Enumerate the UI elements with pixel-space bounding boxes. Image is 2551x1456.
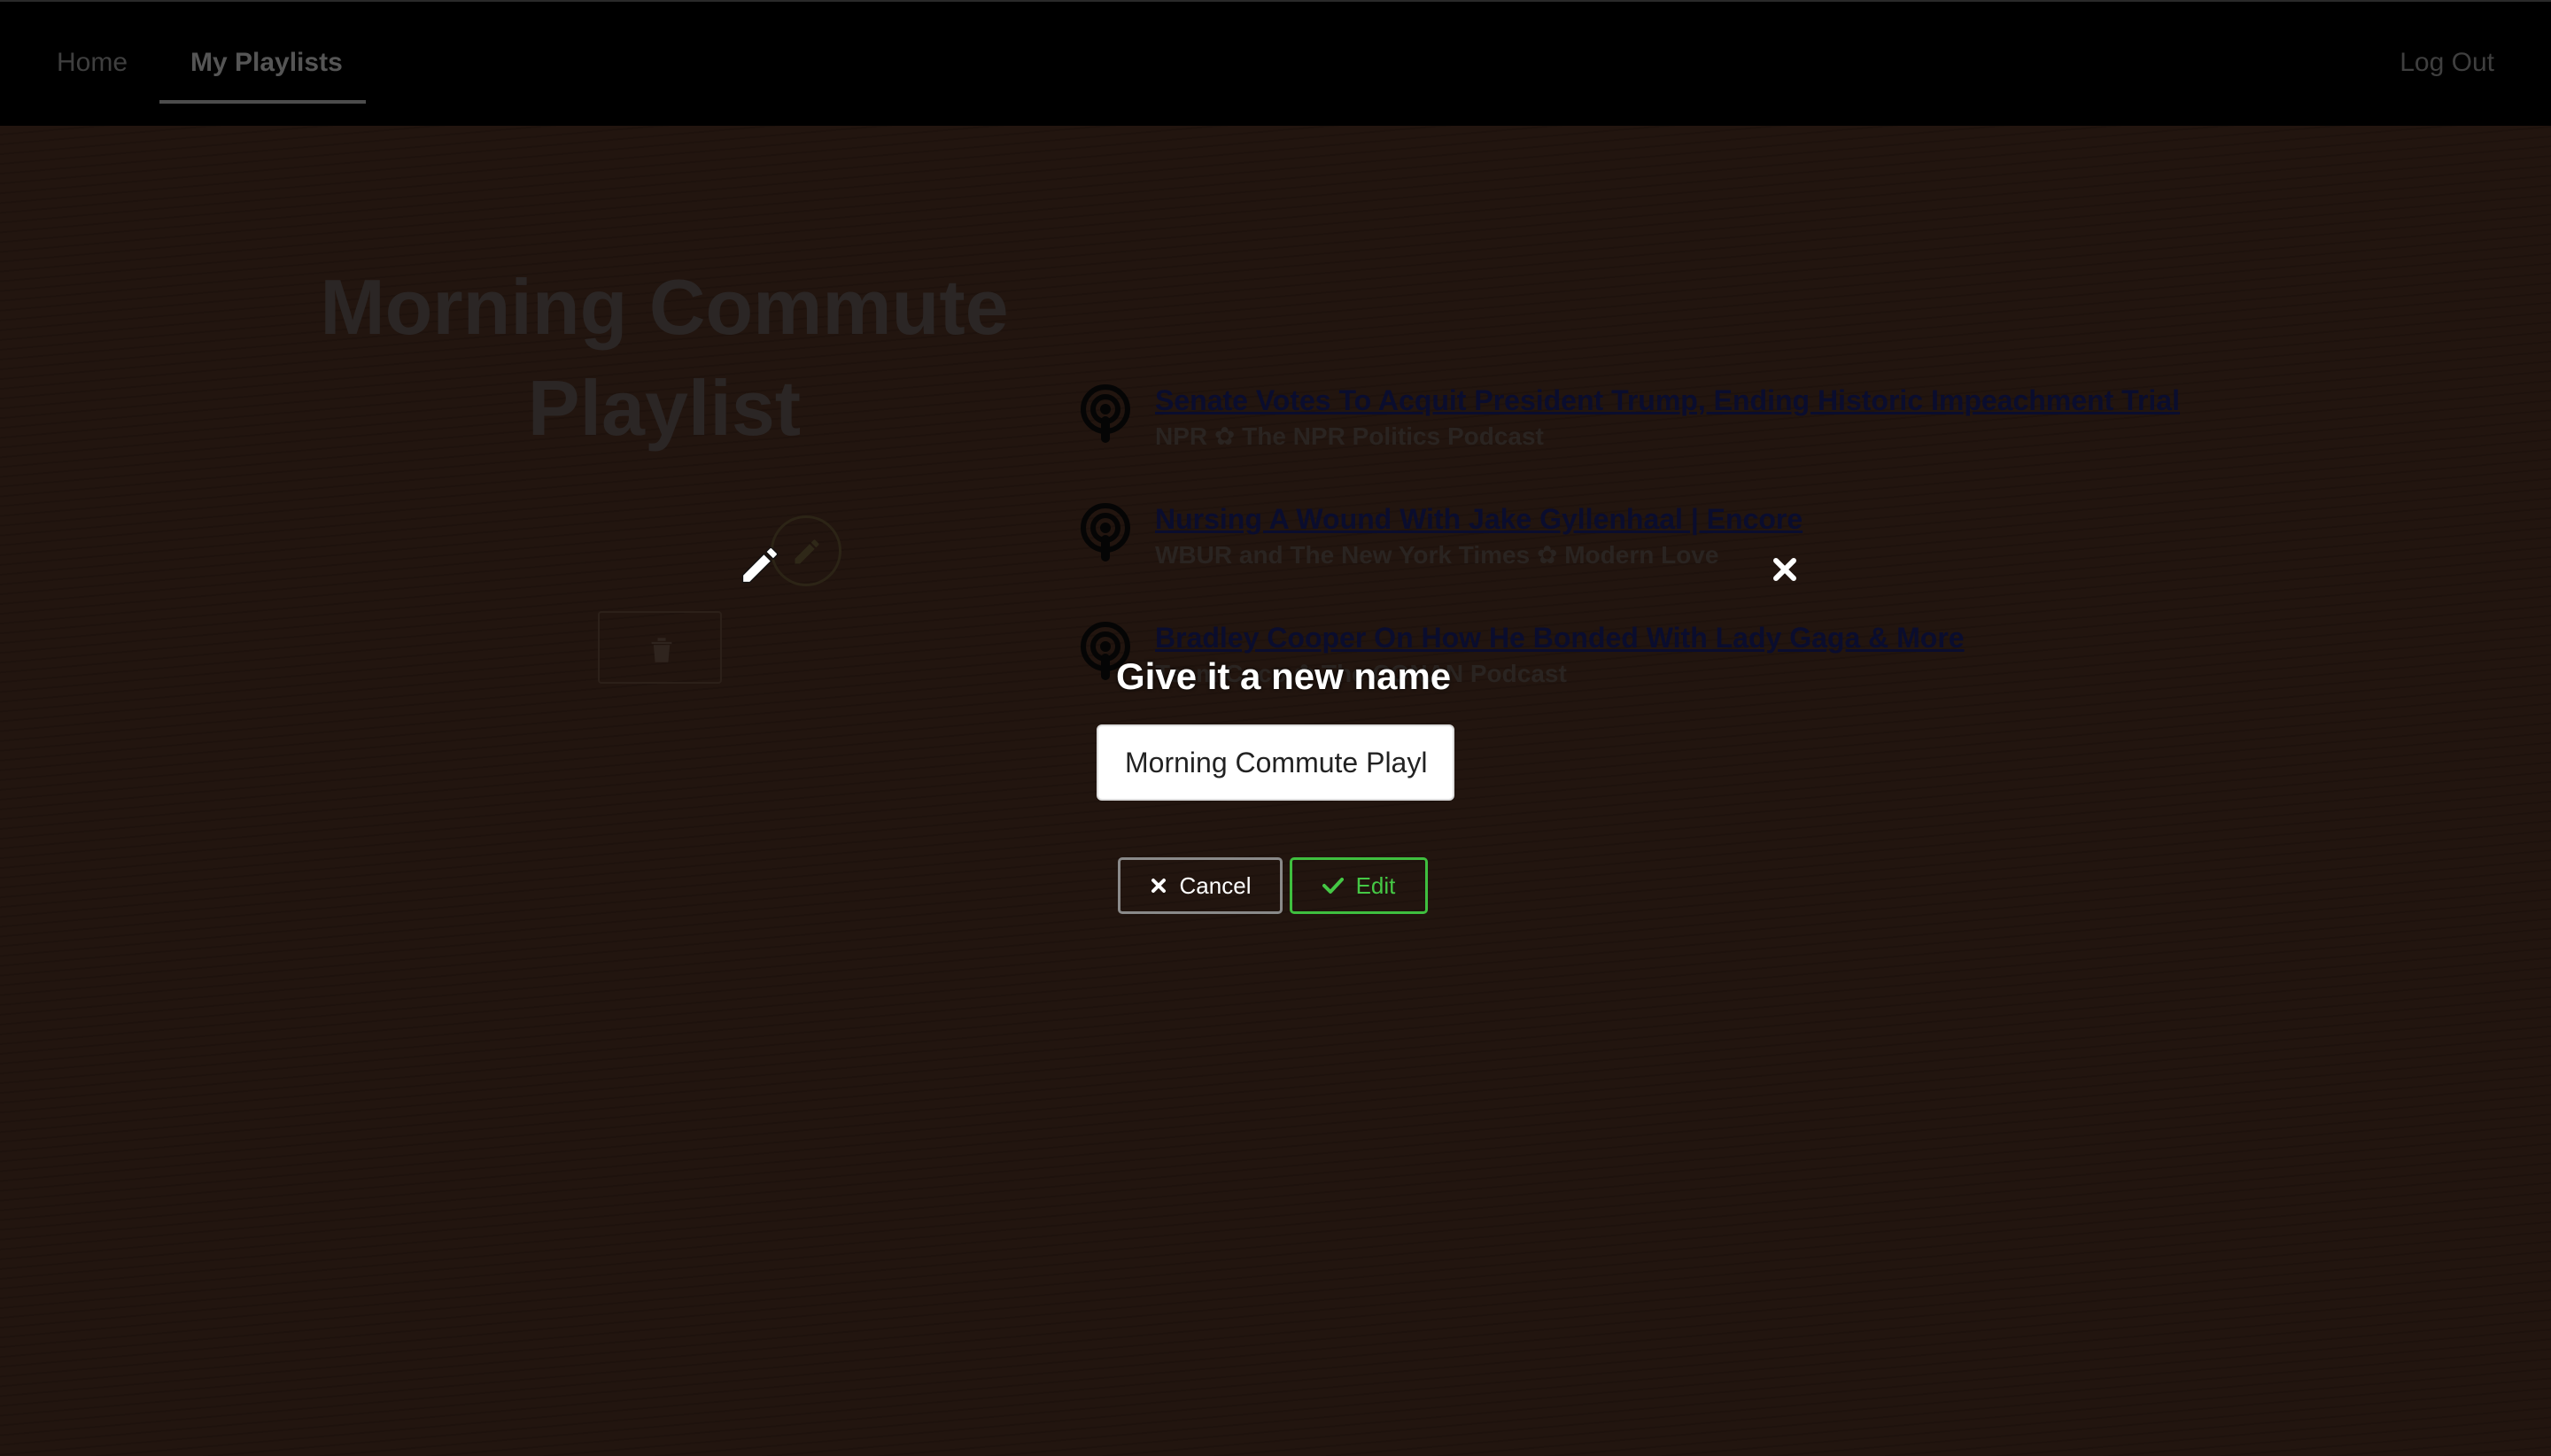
nav-my-playlists-link[interactable]: My Playlists (190, 48, 343, 78)
nav-logout-link[interactable]: Log Out (2400, 48, 2494, 78)
episode-item: Senate Votes To Acquit President Trump, … (1079, 384, 2496, 464)
close-icon[interactable] (1772, 556, 1798, 583)
episode-title-link[interactable]: Bradley Cooper On How He Bonded With Lad… (1155, 622, 1965, 654)
podcast-icon (1081, 503, 1130, 561)
check-icon (1322, 878, 1344, 894)
episode-title-link[interactable]: Senate Votes To Acquit President Trump, … (1155, 384, 2180, 417)
cancel-button-label: Cancel (1179, 871, 1252, 899)
pencil-icon (795, 539, 819, 564)
podcast-icon (1081, 384, 1130, 443)
active-tab-indicator (159, 100, 366, 104)
episode-title-link[interactable]: Nursing A Wound With Jake Gyllenhaal | E… (1155, 503, 1803, 536)
playlist-title: Morning Commute Playlist (320, 263, 1009, 452)
trash-icon (651, 638, 672, 662)
delete-playlist-button[interactable] (598, 611, 722, 684)
playlist-name-input[interactable] (1097, 724, 1454, 801)
edit-button[interactable]: Edit (1290, 857, 1428, 914)
episode-meta: NPR ✿ The NPR Politics Podcast (1155, 422, 1544, 450)
top-navbar: Home My Playlists Log Out (0, 0, 2551, 126)
cancel-button[interactable]: Cancel (1118, 857, 1283, 914)
pencil-icon (741, 546, 779, 584)
nav-home-link[interactable]: Home (57, 48, 128, 78)
episode-meta: WBUR and The New York Times ✿ Modern Lov… (1155, 541, 1719, 569)
rename-modal-heading: Give it a new name (1116, 655, 1452, 697)
close-icon (1151, 879, 1166, 893)
edit-button-label: Edit (1355, 871, 1396, 899)
